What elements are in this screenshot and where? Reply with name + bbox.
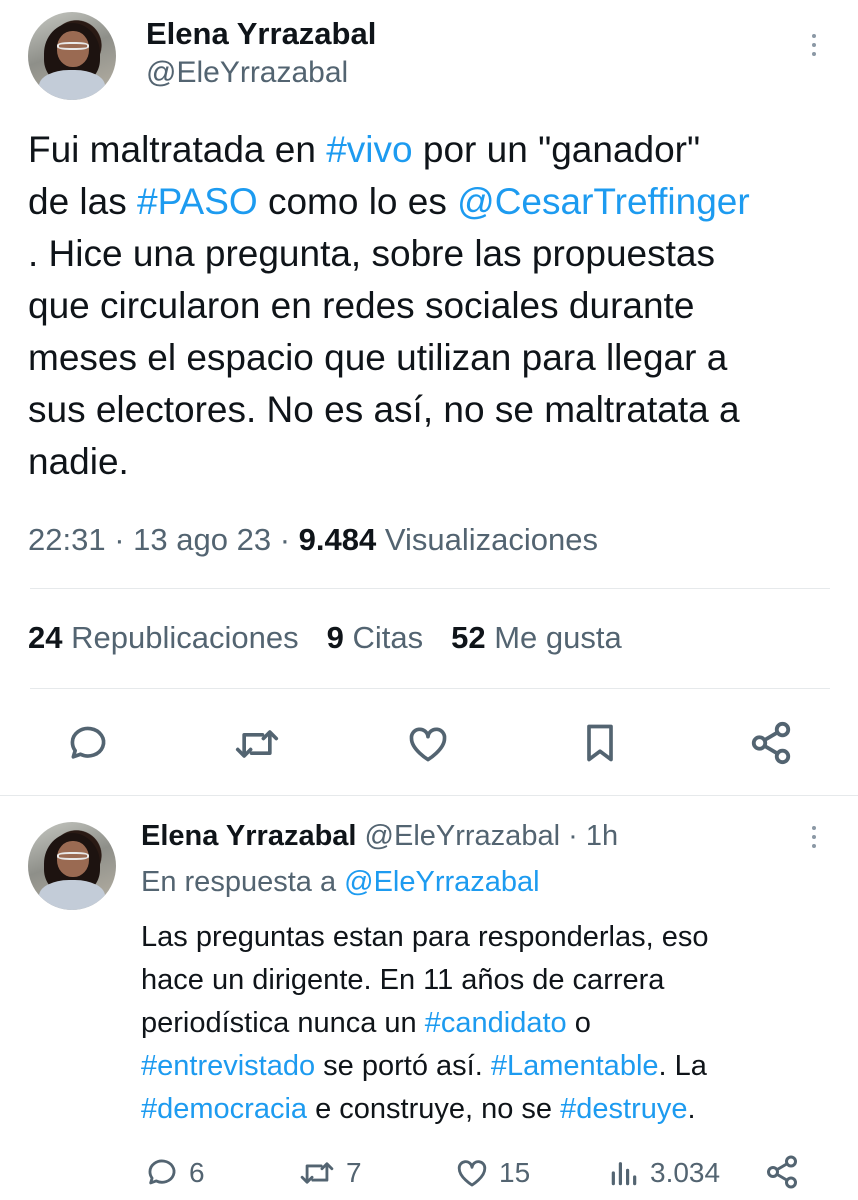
- likes-count: 52: [451, 620, 486, 655]
- like-count: 15: [499, 1157, 531, 1188]
- reposts-label: Republicaciones: [71, 620, 299, 655]
- author-avatar[interactable]: [28, 12, 116, 100]
- reply-header: Elena Yrrazabal @EleYrrazabal · 1h: [141, 820, 618, 853]
- tweet-text-line: meses el espacio que utilizan para llega…: [28, 337, 728, 378]
- reply-author-handle[interactable]: @EleYrrazabal: [365, 820, 560, 852]
- reply-text-line: #entrevistado se portó así. #Lamentable.…: [141, 1045, 851, 1088]
- divider: [30, 688, 830, 689]
- text-segment: de las: [28, 181, 138, 222]
- meta-separator: ·: [114, 522, 125, 557]
- text-segment: .: [687, 1093, 696, 1125]
- tweet-text-line: Fui maltratada en #vivo por un "ganador": [28, 124, 848, 176]
- quotes-count: 9: [326, 620, 344, 655]
- reply-time[interactable]: 1h: [586, 820, 618, 852]
- repost-count: 7: [346, 1157, 362, 1188]
- likes-stat[interactable]: 52 Me gusta: [451, 620, 622, 655]
- quotes-label: Citas: [352, 620, 424, 655]
- divider: [0, 795, 858, 796]
- tweet-text-line: . Hice una pregunta, sobre las propuesta…: [28, 233, 715, 274]
- tweet-meta: 22:31 · 13 ago 23 · 9.484 Visualizacione…: [28, 522, 598, 558]
- hashtag-link[interactable]: #entrevistado: [141, 1050, 315, 1082]
- text-segment: por un "ganador": [412, 129, 701, 170]
- author-name[interactable]: Elena Yrrazabal: [146, 16, 376, 52]
- text-segment: se portó así.: [315, 1050, 491, 1082]
- reply-text-line: hace un dirigente. En 11 años de carrera: [141, 964, 665, 996]
- tweet-time[interactable]: 22:31: [28, 522, 106, 557]
- reply-icon[interactable]: [66, 722, 110, 766]
- meta-separator: ·: [568, 820, 578, 852]
- hashtag-link[interactable]: #vivo: [326, 129, 412, 170]
- text-segment: e construye, no se: [307, 1093, 561, 1125]
- reposts-count: 24: [28, 620, 63, 655]
- text-segment: o: [566, 1007, 591, 1039]
- reply-text: Las preguntas estan para responderlas, e…: [141, 916, 851, 1131]
- repost-icon[interactable]: [233, 722, 281, 766]
- reply-repost-button[interactable]: 7: [298, 1156, 362, 1190]
- text-segment: como lo es: [257, 181, 458, 222]
- reply-text-line: Las preguntas estan para responderlas, e…: [141, 921, 709, 953]
- in-reply-to-label: En respuesta a: [141, 866, 345, 898]
- text-segment: . La: [658, 1050, 707, 1082]
- tweet-text-line: sus electores. No es así, no se maltrata…: [28, 389, 740, 430]
- likes-label: Me gusta: [494, 620, 622, 655]
- tweet-date[interactable]: 13 ago 23: [133, 522, 271, 557]
- reply-like-button[interactable]: 15: [455, 1156, 530, 1190]
- author-handle[interactable]: @EleYrrazabal: [146, 56, 348, 90]
- hashtag-link[interactable]: #candidato: [425, 1007, 567, 1039]
- tweet-text-line: nadie.: [28, 441, 129, 482]
- in-reply-to-mention[interactable]: @EleYrrazabal: [344, 866, 539, 898]
- text-segment: Fui maltratada en: [28, 129, 327, 170]
- views-label: Visualizaciones: [384, 522, 598, 557]
- views-count: 3.034: [650, 1157, 721, 1188]
- tweet-text-line: de las #PASO como lo es @CesarTreffinger: [28, 176, 848, 228]
- hashtag-link[interactable]: #democracia: [141, 1093, 307, 1125]
- reply-views-button[interactable]: 3.034: [608, 1156, 720, 1190]
- hashtag-link[interactable]: #destruye: [560, 1093, 687, 1125]
- reply-text-line: #democracia e construye, no se #destruye…: [141, 1088, 851, 1131]
- in-reply-to: En respuesta a @EleYrrazabal: [141, 866, 540, 899]
- reply-author-name[interactable]: Elena Yrrazabal: [141, 820, 356, 852]
- share-icon[interactable]: [764, 1154, 800, 1190]
- more-options-icon[interactable]: [812, 34, 816, 56]
- quotes-stat[interactable]: 9 Citas: [327, 620, 424, 655]
- reply-icon: [145, 1156, 179, 1190]
- reply-more-options-icon[interactable]: [812, 826, 816, 848]
- tweet-text: Fui maltratada en #vivo por un "ganador"…: [28, 124, 848, 488]
- meta-separator: ·: [279, 522, 291, 557]
- hashtag-link[interactable]: #PASO: [137, 181, 258, 222]
- tweet-text-line: que circularon en redes sociales durante: [28, 285, 695, 326]
- bookmark-icon[interactable]: [578, 720, 622, 766]
- like-icon: [455, 1156, 489, 1190]
- like-icon[interactable]: [406, 722, 450, 766]
- divider: [30, 588, 830, 589]
- hashtag-link[interactable]: #Lamentable: [491, 1050, 659, 1082]
- mention-link[interactable]: @CesarTreffinger: [457, 181, 750, 222]
- views-chart-icon: [608, 1156, 640, 1190]
- reply-text-line: periodística nunca un #candidato o: [141, 1002, 851, 1045]
- reply-reply-button[interactable]: 6: [145, 1156, 205, 1190]
- views-count: 9.484: [298, 522, 377, 557]
- repost-icon: [298, 1156, 336, 1190]
- tweet-stats: 24 Republicaciones 9 Citas 52 Me gusta: [28, 620, 622, 656]
- reposts-stat[interactable]: 24 Republicaciones: [28, 620, 299, 655]
- text-segment: periodística nunca un: [141, 1007, 425, 1039]
- reply-count: 6: [189, 1157, 205, 1188]
- share-icon[interactable]: [748, 720, 794, 766]
- reply-author-avatar[interactable]: [28, 822, 116, 910]
